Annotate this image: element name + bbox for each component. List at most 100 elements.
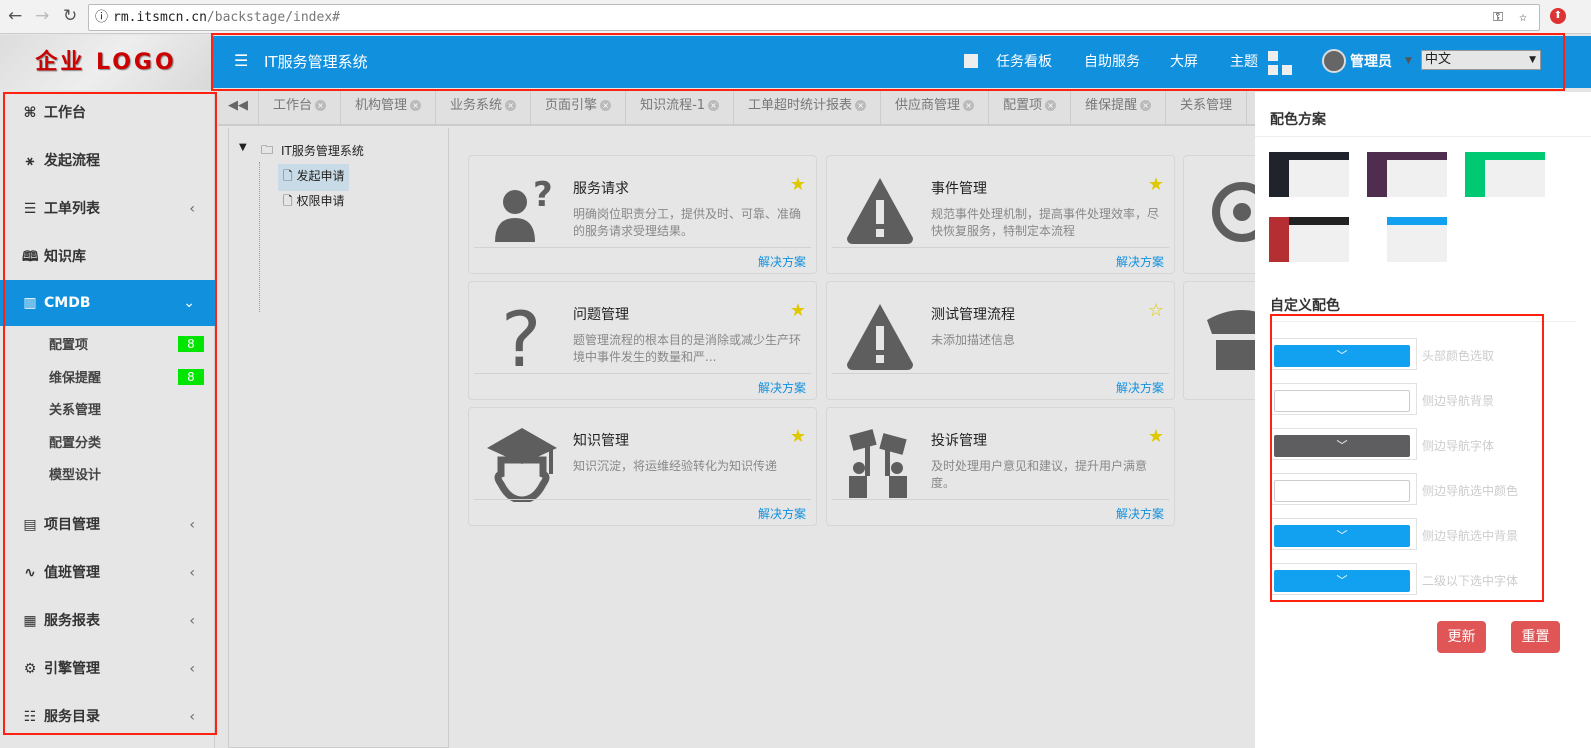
- sidebar-item-1[interactable]: ⚹ 发起流程: [0, 138, 215, 184]
- select-arrow-icon: ▼: [1529, 55, 1536, 65]
- sidebar-item-5[interactable]: ▤ 项目管理 ‹: [0, 502, 215, 548]
- star-icon[interactable]: ☆: [1519, 5, 1527, 30]
- color-picker[interactable]: [1270, 383, 1417, 415]
- sidebar-item-2[interactable]: ☰ 工单列表 ‹: [0, 186, 215, 232]
- star-outline-icon[interactable]: ☆: [1148, 300, 1164, 321]
- tab-close-icon[interactable]: ×: [600, 100, 612, 111]
- sidebar-item-4[interactable]: ▥ CMDB ⌄: [0, 280, 215, 326]
- tab-item[interactable]: 页面引擎 ×: [531, 90, 627, 124]
- chevron-down-icon[interactable]: ﹀: [1274, 570, 1410, 592]
- link-self-service[interactable]: 自助服务: [1084, 51, 1140, 71]
- color-picker[interactable]: [1270, 473, 1417, 505]
- solution-link[interactable]: 解决方案: [1116, 505, 1164, 522]
- star-filled-icon[interactable]: ★: [1148, 174, 1164, 195]
- back-icon[interactable]: ←: [8, 6, 22, 26]
- tab-close-icon[interactable]: ×: [1140, 100, 1152, 111]
- tab-close-icon[interactable]: ×: [1045, 100, 1057, 111]
- update-button[interactable]: 更新: [1437, 621, 1486, 653]
- sidebar-item-6[interactable]: ∿ 值班管理 ‹: [0, 550, 215, 596]
- tab-item[interactable]: 维保提醒 ×: [1071, 90, 1167, 124]
- process-card[interactable]: 投诉管理 及时处理用户意见和建议，提升用户满意度。 ★ 解决方案: [826, 407, 1175, 526]
- process-card[interactable]: ? 服务请求 明确岗位职责分工，提供及时、可靠、准确的服务请求受理结果。 ★ 解决方案: [468, 155, 817, 274]
- tab-close-icon[interactable]: ×: [410, 100, 422, 111]
- chevron-left-icon: ‹: [189, 517, 195, 533]
- solution-link[interactable]: 解决方案: [1116, 379, 1164, 396]
- color-picker[interactable]: ﹀: [1270, 338, 1417, 370]
- menu-toggle-icon[interactable]: ☰: [234, 51, 248, 70]
- color-swatch[interactable]: [1274, 480, 1410, 502]
- color-scheme-swatch[interactable]: [1269, 152, 1349, 197]
- tab-close-icon[interactable]: ×: [315, 100, 327, 111]
- avatar[interactable]: [1322, 49, 1346, 73]
- solution-link[interactable]: 解决方案: [1116, 253, 1164, 270]
- color-scheme-swatch[interactable]: [1269, 217, 1349, 262]
- sidebar-item-8[interactable]: ⚙ 引擎管理 ‹: [0, 646, 215, 692]
- tree-node-apply[interactable]: 🗋 发起申请: [278, 164, 350, 191]
- sidebar-item-0[interactable]: ⌘ 工作台: [0, 90, 215, 136]
- chevron-down-icon[interactable]: ﹀: [1274, 345, 1410, 367]
- tab-scroll-left-icon[interactable]: ◀◀: [218, 90, 259, 124]
- color-picker[interactable]: ﹀: [1270, 518, 1417, 550]
- tab-item[interactable]: 供应商管理 ×: [881, 90, 990, 124]
- sidebar-subitem[interactable]: 维保提醒: [49, 367, 101, 386]
- tab-close-icon[interactable]: ×: [855, 100, 867, 111]
- color-picker[interactable]: ﹀: [1270, 563, 1417, 595]
- card-title: 投诉管理: [931, 433, 987, 449]
- process-card[interactable]: ? 问题管理 题管理流程的根本目的是消除或减少生产环境中事件发生的数量和严... ★ 解…: [468, 281, 817, 400]
- star-filled-icon[interactable]: ★: [790, 300, 806, 321]
- user-name[interactable]: 管理员: [1350, 51, 1392, 71]
- reload-icon[interactable]: ↻: [63, 6, 77, 26]
- chevron-down-icon[interactable]: ﹀: [1274, 435, 1410, 457]
- solution-link[interactable]: 解决方案: [758, 505, 806, 522]
- link-task-board[interactable]: 任务看板: [996, 51, 1052, 71]
- tab-close-icon[interactable]: ×: [505, 100, 517, 111]
- chevron-down-icon[interactable]: ﹀: [1274, 525, 1410, 547]
- link-theme[interactable]: 主题: [1230, 51, 1258, 71]
- checkbox-icon[interactable]: [964, 54, 978, 68]
- sidebar-item-9[interactable]: ☷ 服务目录 ‹: [0, 694, 215, 740]
- extension-icon[interactable]: ⬆: [1550, 8, 1566, 24]
- address-bar[interactable]: ⓘ rm.itsmcn.cn/backstage/index# ⚿ ☆: [88, 4, 1540, 31]
- language-select[interactable]: 中文 ▼: [1421, 50, 1541, 70]
- sidebar-subitem[interactable]: 配置分类: [49, 432, 101, 451]
- forward-icon[interactable]: →: [35, 6, 49, 26]
- tab-item[interactable]: 知识流程-1 ×: [626, 90, 735, 124]
- tab-close-icon[interactable]: ×: [708, 100, 720, 111]
- process-card[interactable]: 事件管理 规范事件处理机制，提高事件处理效率，尽快恢复服务，特制定本流程 ★ 解决方案: [826, 155, 1175, 274]
- link-big-screen[interactable]: 大屏: [1170, 51, 1198, 71]
- process-card[interactable]: 知识管理 知识沉淀，将运维经验转化为知识传递 ★ 解决方案: [468, 407, 817, 526]
- color-scheme-swatch[interactable]: [1367, 217, 1447, 262]
- tab-item[interactable]: 机构管理 ×: [341, 90, 437, 124]
- tree-panel: ▼ 🗀 IT服务管理系统 🗋 发起申请 🗋 权限申请: [228, 128, 449, 748]
- caret-down-icon[interactable]: ▼: [1405, 56, 1412, 66]
- key-icon[interactable]: ⚿: [1493, 5, 1503, 30]
- sidebar-subitem[interactable]: 配置项: [49, 334, 88, 353]
- tab-item[interactable]: 关系管理: [1166, 90, 1248, 124]
- tree-expand-icon[interactable]: ▼: [239, 142, 247, 153]
- url-path: /backstage/index#: [206, 10, 340, 25]
- tab-close-icon[interactable]: ×: [963, 100, 975, 111]
- solution-link[interactable]: 解决方案: [758, 253, 806, 270]
- theme-grid-icon[interactable]: [1268, 51, 1294, 77]
- tab-item[interactable]: 业务系统 ×: [436, 90, 532, 124]
- color-swatch[interactable]: [1274, 390, 1410, 412]
- sidebar-subitem[interactable]: 模型设计: [49, 464, 101, 483]
- color-scheme-swatch[interactable]: [1367, 152, 1447, 197]
- browser-toolbar: ← → ↻ ⓘ rm.itsmcn.cn/backstage/index# ⚿ ☆ …: [0, 0, 1591, 34]
- tab-item[interactable]: 配置项 ×: [989, 90, 1072, 124]
- solution-link[interactable]: 解决方案: [758, 379, 806, 396]
- star-filled-icon[interactable]: ★: [790, 174, 806, 195]
- reset-button[interactable]: 重置: [1511, 621, 1560, 653]
- tab-item[interactable]: 工作台 ×: [259, 90, 342, 124]
- sidebar-item-3[interactable]: 🕮 知识库: [0, 234, 215, 280]
- tab-item[interactable]: 工单超时统计报表 ×: [734, 90, 882, 124]
- color-scheme-swatch[interactable]: [1465, 152, 1545, 197]
- star-filled-icon[interactable]: ★: [790, 426, 806, 447]
- sidebar-item-7[interactable]: ▦ 服务报表 ‹: [0, 598, 215, 644]
- process-card[interactable]: 测试管理流程 未添加描述信息 ☆ 解决方案: [826, 281, 1175, 400]
- tree-root[interactable]: IT服务管理系统: [281, 142, 364, 159]
- tree-node-permission[interactable]: 🗋 权限申请: [283, 192, 344, 213]
- sidebar-subitem[interactable]: 关系管理: [49, 399, 101, 418]
- color-picker[interactable]: ﹀: [1270, 428, 1417, 460]
- star-filled-icon[interactable]: ★: [1148, 426, 1164, 447]
